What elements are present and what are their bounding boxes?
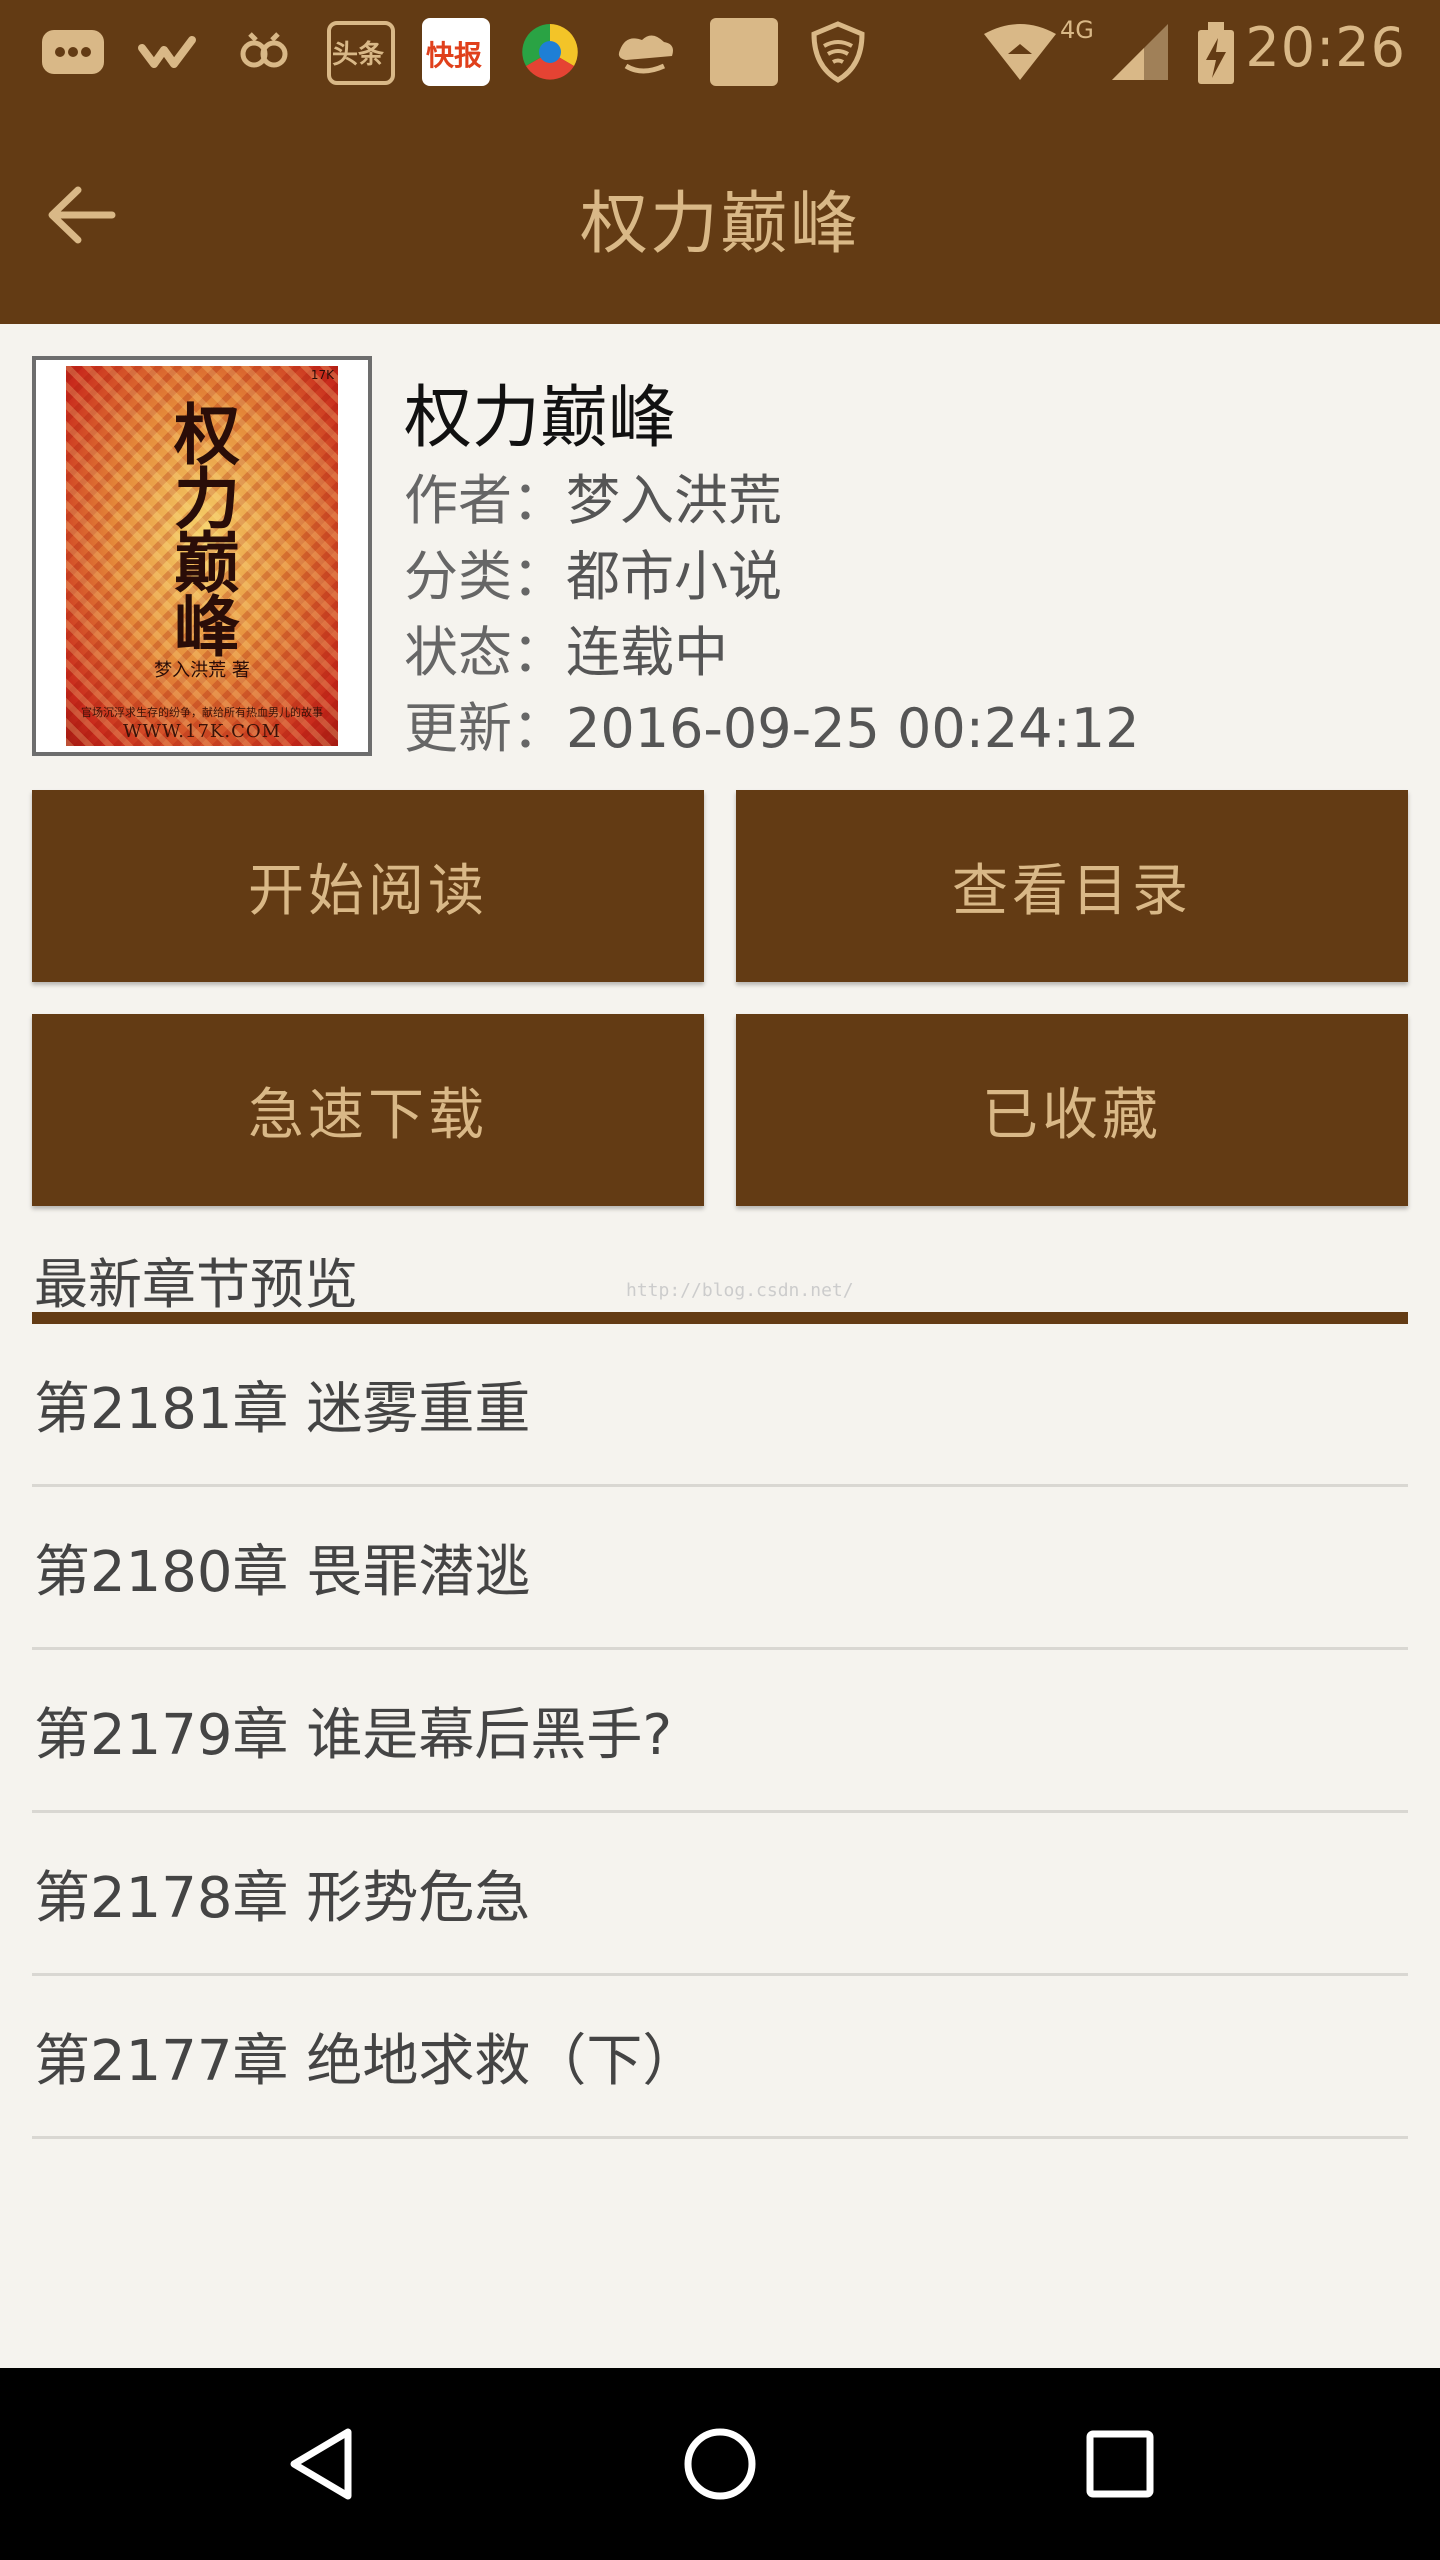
square-recents-icon: [1086, 2430, 1154, 2498]
browser-icon: [518, 20, 582, 84]
section-divider: [32, 1312, 1408, 1324]
battery-charging-icon: [1196, 20, 1236, 84]
weibo-icon: [136, 20, 200, 84]
toutiao-icon: 头条: [326, 20, 396, 85]
cover-image: 17K 权力巅峰 梦入洪荒 著 官场沉浮求生存的纷争，献给所有热血男儿的故事 W…: [66, 366, 338, 746]
author-label: 作者：: [404, 469, 566, 532]
network-type: 4G: [1060, 16, 1094, 44]
cover-author: 梦入洪荒 著: [154, 660, 250, 681]
book-title: 权力巅峰: [404, 379, 677, 458]
category-line: 分类：都市小说: [404, 532, 782, 611]
nav-back-button[interactable]: [272, 2414, 372, 2514]
cover-badge: 17K: [310, 368, 334, 382]
nav-recents-button[interactable]: [1070, 2414, 1170, 2514]
page-title: 权力巅峰: [579, 185, 860, 264]
latest-chapters-heading: 最新章节预览: [34, 1253, 358, 1316]
chapter-item[interactable]: 第2178章 形势危急: [32, 1813, 1408, 1976]
watermark: http://blog.csdn.net/: [626, 1280, 854, 1301]
collected-button[interactable]: 已收藏: [736, 1014, 1408, 1206]
updated-value: 2016-09-25 00:24:12: [566, 697, 1140, 760]
book-cover[interactable]: 17K 权力巅峰 梦入洪荒 著 官场沉浮求生存的纷争，献给所有热血男儿的故事 W…: [32, 356, 372, 756]
chapter-title: 第2177章 绝地求救（下）: [34, 2028, 699, 2094]
chapter-title: 第2181章 迷雾重重: [34, 1376, 531, 1442]
cloud-icon: [612, 20, 676, 84]
category-value: 都市小说: [566, 545, 782, 608]
chapter-title: 第2180章 畏罪潜逃: [34, 1539, 531, 1605]
message-icon: [38, 20, 104, 84]
signal-icon: [1108, 20, 1172, 84]
cover-url: WWW.17K.COM: [122, 721, 282, 742]
chapter-title: 第2179章 谁是幕后黑手?: [34, 1702, 673, 1768]
updated-line: 更新：2016-09-25 00:24:12: [404, 684, 1140, 763]
chapter-item[interactable]: 第2180章 畏罪潜逃: [32, 1487, 1408, 1650]
square-app-icon: [710, 18, 778, 86]
triangle-back-icon: [290, 2428, 352, 2500]
status-time: 20:26: [1245, 16, 1406, 79]
chapter-title: 第2178章 形势危急: [34, 1865, 531, 1931]
circle-home-icon: [684, 2428, 756, 2500]
status-bar: 头条 快报 4G 20:26: [0, 0, 1440, 104]
shield-icon: [808, 20, 872, 84]
category-label: 分类：: [404, 545, 566, 608]
navigation-bar: [0, 2368, 1440, 2560]
fast-download-button[interactable]: 急速下载: [32, 1014, 704, 1206]
cover-tagline: 官场沉浮求生存的纷争，献给所有热血男儿的故事: [81, 706, 323, 719]
author-line: 作者：梦入洪荒: [404, 456, 782, 535]
chapter-item[interactable]: 第2179章 谁是幕后黑手?: [32, 1650, 1408, 1813]
status-label: 状态：: [404, 621, 566, 684]
status-line: 状态：连载中: [404, 608, 728, 687]
author-value: 梦入洪荒: [566, 469, 782, 532]
nav-home-button[interactable]: [670, 2414, 770, 2514]
updated-label: 更新：: [404, 697, 566, 760]
kuaibao-icon: 快报: [422, 18, 490, 86]
chapter-item[interactable]: 第2181章 迷雾重重: [32, 1324, 1408, 1487]
chapter-list: 第2181章 迷雾重重 第2180章 畏罪潜逃 第2179章 谁是幕后黑手? 第…: [32, 1324, 1408, 2139]
cover-title: 权力巅峰: [163, 400, 241, 656]
start-reading-button[interactable]: 开始阅读: [32, 790, 704, 982]
app-icon: [232, 20, 296, 84]
status-value: 连载中: [566, 621, 728, 684]
view-catalog-button[interactable]: 查看目录: [736, 790, 1408, 982]
wifi-icon: [980, 20, 1060, 84]
chapter-item[interactable]: 第2177章 绝地求救（下）: [32, 1976, 1408, 2139]
app-bar: 权力巅峰: [0, 104, 1440, 324]
